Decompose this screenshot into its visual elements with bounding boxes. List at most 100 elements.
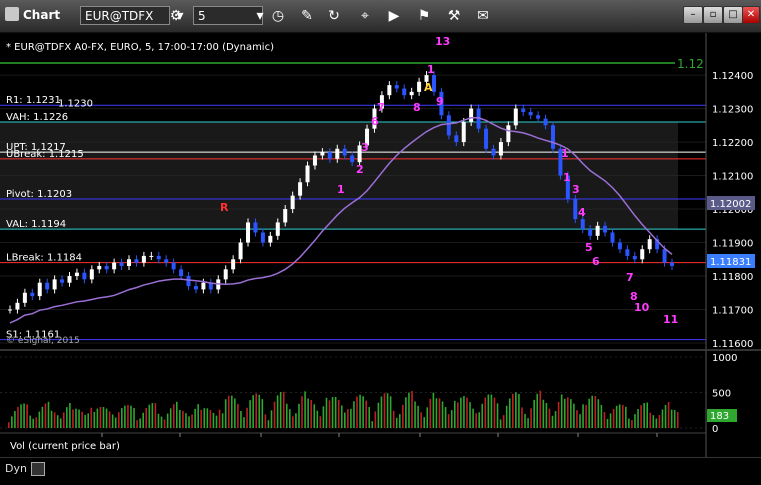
volume-bar [279, 391, 282, 428]
volume-bar [570, 399, 572, 428]
sequence-annotation: 8 [413, 101, 421, 114]
candle-body [223, 269, 228, 280]
minimize-button[interactable]: – [683, 6, 703, 24]
volume-bar [542, 399, 545, 428]
volume-bar [597, 399, 600, 428]
volume-bar [133, 408, 135, 428]
dyn-tab[interactable]: Dyn [5, 462, 27, 475]
restore-button[interactable]: ▫ [703, 6, 723, 24]
volume-value-box: 183 [707, 409, 737, 422]
volume-bar [588, 398, 590, 428]
volume-value-label: 183 [710, 411, 729, 422]
candle-body [595, 225, 600, 236]
play-icon[interactable]: ▶ [384, 6, 404, 26]
clock-icon[interactable]: ◷ [268, 6, 288, 26]
volume-bar [566, 397, 569, 428]
candle-body [402, 88, 407, 96]
volume-bar [362, 396, 364, 428]
settings-gear-icon[interactable]: ⚙ [166, 6, 186, 26]
volume-bar [102, 406, 105, 428]
esignal-watermark: © eSignal, 2015 [6, 336, 80, 346]
candle-body [253, 222, 258, 233]
candle-body [513, 108, 518, 126]
candle-body [164, 259, 169, 263]
tools-icon[interactable]: ⚒ [444, 6, 464, 26]
volume-bar [625, 406, 627, 428]
volume-bar [53, 412, 56, 428]
volume-bar [176, 401, 178, 428]
volume-bar [518, 393, 520, 428]
volume-bar [145, 408, 148, 428]
cursor-icon[interactable]: ⌖ [355, 6, 375, 26]
interval-dropdown-icon[interactable]: ▾ [250, 6, 270, 26]
candle-body [647, 239, 652, 250]
candle-body [179, 269, 184, 277]
candle-body [603, 225, 608, 233]
volume-bar [551, 415, 554, 428]
volume-bar [261, 399, 264, 428]
volume-bar [121, 408, 123, 428]
price-tick-label: 1.11600 [712, 339, 753, 350]
candle-body [246, 222, 251, 243]
candle-body [342, 148, 347, 156]
volume-bar [600, 404, 603, 428]
draw-pencil-icon[interactable]: ✎ [297, 6, 317, 26]
candle-body [141, 255, 146, 263]
chart-area[interactable]: R1: 1.1231 1.1230 VAH: 1.1226 UPT: 1.1217 UB… [0, 33, 761, 481]
sequence-annotation: 1 [561, 147, 569, 160]
maximize-button[interactable]: □ [723, 6, 743, 24]
price-chart[interactable]: R1: 1.12311.1230VAH: 1.1226UPT: 1.1217UB… [0, 33, 761, 481]
volume-bar [130, 405, 132, 428]
volume-bar [557, 401, 560, 428]
sequence-annotation: 1 [563, 171, 571, 184]
price-tick-label: 1.11700 [712, 306, 753, 317]
volume-bar [270, 410, 273, 428]
candle-body [201, 282, 206, 290]
comment-icon[interactable]: ✉ [473, 6, 493, 26]
candle-body [484, 128, 489, 149]
candle-body [498, 142, 503, 156]
symbol-input[interactable]: EUR@TDFX [80, 6, 170, 25]
price-axis[interactable]: 1.124001.123001.122001.121001.120001.119… [712, 71, 753, 350]
close-button[interactable]: ✕ [742, 6, 760, 24]
candle-body [67, 276, 72, 283]
volume-bar [398, 414, 401, 428]
price-tick-label: 1.11900 [712, 239, 753, 250]
calendar-icon[interactable] [31, 462, 45, 476]
candle-body [617, 242, 622, 250]
refresh-icon[interactable]: ↻ [324, 6, 344, 26]
volume-bar [469, 402, 471, 428]
candle-body [491, 148, 496, 156]
volume-bar [661, 409, 664, 428]
candle-body [171, 262, 176, 270]
candle-body [74, 272, 79, 277]
candle-body [662, 249, 667, 263]
volume-bar [163, 419, 166, 428]
volume-axis[interactable]: 1000 500 0 [712, 353, 737, 435]
chart-header: * EUR@TDFX A0-FX, EURO, 5, 17:00-17:00 (… [6, 42, 274, 53]
current-price-label: 1.11831 [710, 257, 751, 268]
sequence-annotation: 6 [592, 255, 600, 268]
volume-bar [212, 412, 215, 428]
volume-bar [185, 413, 187, 428]
level-label: VAH: 1.1226 [6, 112, 68, 123]
candle-body [82, 272, 87, 280]
title-bar: Chart EUR@TDFX ▾ ⚙ 5 ▾ ◷ ✎ ↻ ⌖ ▶ ⚑ ⚒ ✉ –… [0, 0, 761, 33]
volume-bar [234, 398, 236, 428]
volume-bar [618, 404, 621, 428]
volume-bar [475, 413, 477, 428]
volume-bar [151, 403, 154, 428]
volume-bar [66, 407, 68, 428]
candle-body [305, 165, 310, 183]
flag-icon[interactable]: ⚑ [414, 6, 434, 26]
candle-body [469, 108, 474, 122]
candle-body [580, 219, 585, 230]
volume-bar [23, 403, 25, 428]
candle-body [446, 115, 451, 136]
volume-bar [264, 414, 267, 428]
volume-bar [411, 390, 413, 428]
volume-bar [591, 395, 594, 428]
volume-bar [646, 402, 648, 428]
volume-bar [224, 399, 227, 428]
volume-bar [41, 406, 44, 428]
